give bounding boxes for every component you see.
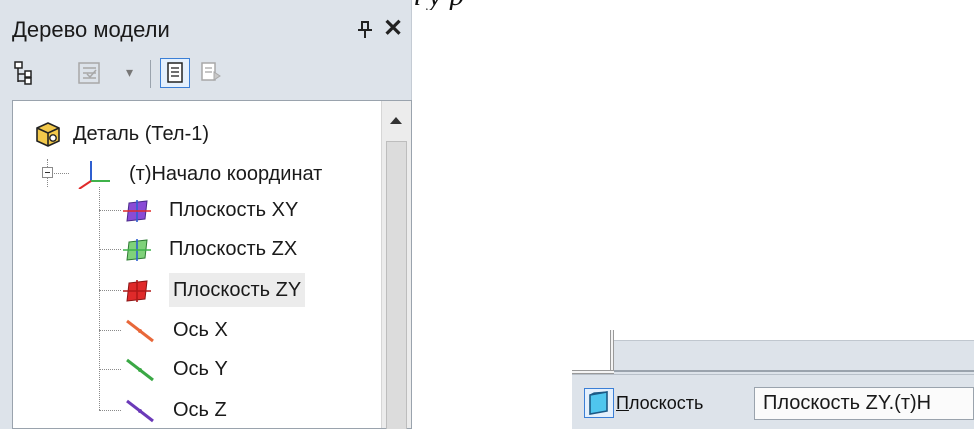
tree-connector: [99, 249, 121, 250]
tree-connector: [99, 290, 121, 291]
document-properties-icon: [201, 62, 221, 81]
axis-z-icon: [126, 399, 154, 423]
filter-list-button[interactable]: [74, 58, 104, 88]
scroll-thumb[interactable]: [386, 141, 407, 429]
tree-connector: [99, 210, 121, 211]
panel-header: Дерево модели ✕: [0, 12, 412, 50]
plane-xy-icon: [123, 200, 151, 222]
tree-item-axis-z[interactable]: Ось Z: [123, 393, 363, 427]
tree-structure-button[interactable]: [10, 58, 40, 88]
filter-list-icon: [78, 62, 100, 84]
object-name-field[interactable]: Плоскость ZY.(т)Н: [754, 387, 974, 420]
status-bar: Плоскость Плоскость ZY.(т)Н: [572, 374, 974, 429]
plane-object-button[interactable]: [584, 388, 614, 418]
chevron-down-icon[interactable]: ▾: [126, 64, 133, 81]
frame-bar: [614, 340, 974, 374]
tree-toolbar: ▾: [10, 54, 410, 94]
tree-item-label: (т)Начало координат: [129, 163, 323, 185]
tree-item-part[interactable]: Деталь (Тел-1): [33, 117, 373, 151]
object-type-label: Плоскость: [616, 388, 703, 418]
tree-item-axis-x[interactable]: Ось X: [123, 313, 363, 347]
tree-item-label: Плоскость XY: [169, 199, 299, 221]
axis-x-icon: [126, 319, 154, 343]
toolbar-separator: [150, 60, 151, 88]
model-tree-panel: Дерево модели ✕ ▾ Деталь (Тел-1) (т)Нача…: [0, 0, 412, 429]
plane-zx-icon: [123, 239, 151, 261]
tree-item-axis-y[interactable]: Ось Y: [123, 352, 363, 386]
document-list-icon: [167, 62, 183, 83]
model-tree[interactable]: Деталь (Тел-1) (т)Начало координат Плоск…: [12, 100, 412, 429]
tree-item-label: Ось Y: [173, 358, 228, 380]
tree-connector: [99, 187, 100, 410]
collapse-toggle[interactable]: [42, 167, 53, 178]
axis-y-icon: [126, 358, 154, 382]
tree-structure-icon: [14, 61, 32, 85]
frame-border: [610, 330, 614, 374]
object-type-text: лоскость: [628, 393, 704, 413]
tree-connector: [99, 369, 121, 370]
part-icon: [36, 122, 60, 147]
view-list-button[interactable]: [160, 58, 190, 88]
tree-item-label: Деталь (Тел-1): [73, 123, 210, 145]
tree-item-plane-zy[interactable]: Плоскость ZY: [123, 273, 363, 307]
pin-icon[interactable]: [358, 21, 374, 41]
tree-item-label: Ось Z: [173, 399, 227, 421]
tree-item-plane-xy[interactable]: Плоскость XY: [123, 193, 363, 227]
properties-button[interactable]: [196, 58, 226, 88]
tree-item-coordinate-origin[interactable]: (т)Начало координат: [77, 157, 377, 191]
panel-title: Дерево модели: [12, 17, 170, 42]
tree-scrollbar[interactable]: [381, 101, 411, 429]
plane-zy-icon: [123, 280, 151, 302]
plane-icon: [589, 391, 608, 415]
tree-item-label: Плоскость ZY: [169, 273, 306, 307]
scroll-up-icon[interactable]: [390, 117, 402, 124]
object-type-hotkey: П: [616, 393, 629, 413]
coordinate-origin-icon: [78, 161, 110, 189]
tree-item-label: Ось X: [173, 319, 228, 341]
tree-connector: [99, 410, 121, 411]
close-button[interactable]: ✕: [382, 15, 404, 43]
tree-connector: [99, 330, 121, 331]
tree-item-plane-zx[interactable]: Плоскость ZX: [123, 232, 363, 266]
tree-item-label: Плоскость ZX: [169, 238, 298, 260]
frame-divider: [614, 370, 974, 372]
